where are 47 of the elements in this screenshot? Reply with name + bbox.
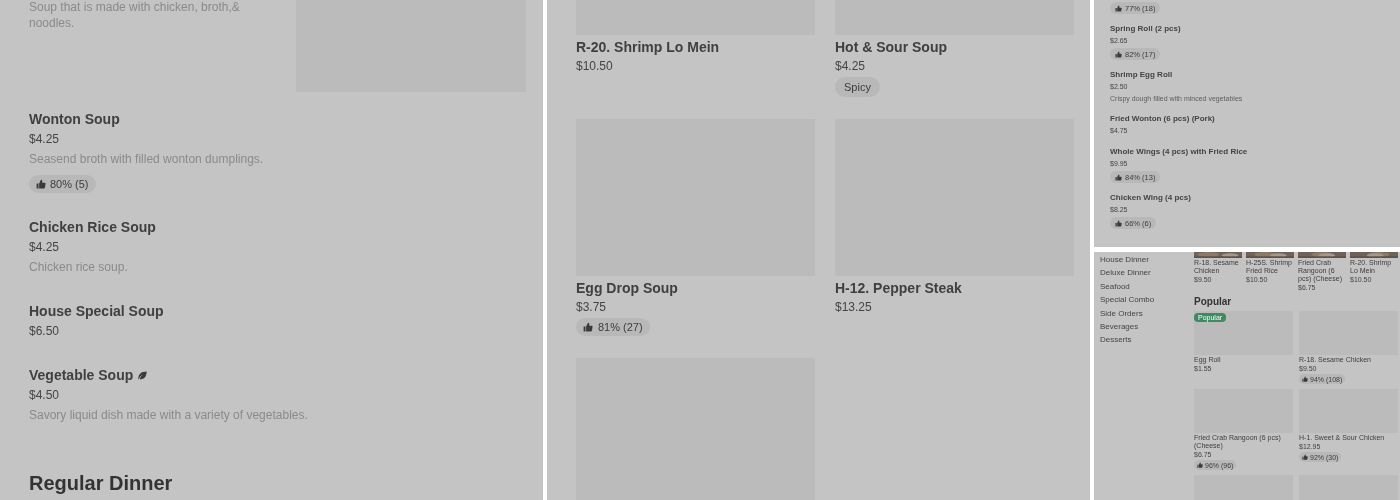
item-name: Chicken Rice Soup xyxy=(29,219,156,235)
section-heading: Popular xyxy=(1194,296,1233,308)
item-name: Whole Wings (4 pcs) with Fried Rice xyxy=(1110,146,1249,158)
rating-text: 80% (5) xyxy=(50,178,89,190)
item-price: $4.25 xyxy=(29,131,61,148)
item-name: Vegetable Soup xyxy=(29,367,134,383)
item-name: H-12. Pepper Steak xyxy=(835,279,963,298)
item-price: $6.50 xyxy=(29,323,61,340)
thumbs-up-icon xyxy=(1115,219,1122,227)
rating-text: 81% (27) xyxy=(598,321,643,333)
thumbs-up-icon xyxy=(1115,4,1122,12)
item-description: Seasend broth with filled wonton dumplings. xyxy=(29,151,265,168)
item-name: Spring Roll (2 pcs) xyxy=(1110,23,1182,35)
category-link[interactable]: Desserts xyxy=(1100,333,1194,347)
item-price: $4.25 xyxy=(835,58,867,75)
thumbs-up-icon xyxy=(1115,173,1122,181)
item-price: $13.25 xyxy=(835,299,873,316)
item-name: Hot & Sour Soup xyxy=(835,38,948,57)
category-link[interactable]: Side Orders xyxy=(1100,306,1194,321)
category-link[interactable]: Beverages xyxy=(1100,320,1194,334)
thumbs-up-icon xyxy=(36,179,46,189)
thumbs-up-icon xyxy=(1197,462,1203,468)
thumbs-up-icon xyxy=(1115,50,1122,58)
thumbs-up-icon xyxy=(583,322,593,332)
item-price: $4.25 xyxy=(29,239,61,256)
tag-label: Spicy xyxy=(835,77,880,97)
section-heading: Regular Dinner xyxy=(29,471,174,495)
item-price: $10.50 xyxy=(576,58,614,75)
category-link[interactable]: Special Combo xyxy=(1100,293,1194,307)
item-price: $3.75 xyxy=(576,299,608,316)
category-link[interactable]: Seafood xyxy=(1100,279,1194,294)
item-name: R-20. Shrimp Lo Mein xyxy=(576,38,721,57)
item-price: $4.50 xyxy=(29,387,61,404)
item-description: Chicken rice soup. xyxy=(29,259,129,276)
leaf-icon xyxy=(137,369,149,381)
category-link[interactable]: Deluxe Dinner xyxy=(1100,266,1194,280)
item-description: Savory liquid dish made with a variety of vegetables. xyxy=(29,407,309,424)
category-link[interactable]: House Dinner xyxy=(1100,253,1194,267)
item-name: Chicken Wing (4 pcs) xyxy=(1110,192,1192,204)
item-name: Egg Drop Soup xyxy=(576,279,679,298)
item-name: House Special Soup xyxy=(29,303,164,319)
item-description: Soup that is made with chicken, broth,& noodles. xyxy=(29,0,241,32)
item-name: Fried Wonton (6 pcs) (Pork) xyxy=(1110,113,1216,125)
item-name: Wonton Soup xyxy=(29,111,120,127)
thumbs-up-icon xyxy=(1302,376,1308,382)
thumbs-up-icon xyxy=(1302,454,1308,460)
item-name: Shrimp Egg Roll xyxy=(1110,69,1174,81)
